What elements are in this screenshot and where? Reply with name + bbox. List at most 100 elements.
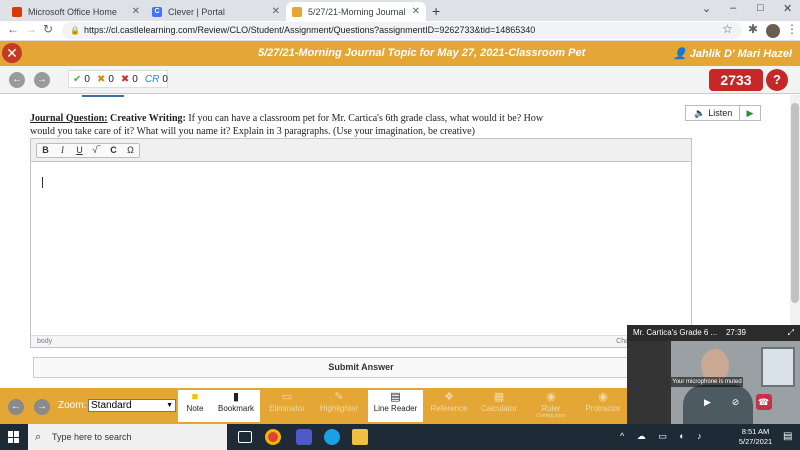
speaker-icon: 🔈 [694, 107, 706, 118]
tab-search-icon[interactable]: ⌄ [702, 2, 711, 15]
calculator-tool-button: ▦ Calculator [474, 390, 524, 422]
answer-editor: B I U √‾ C Ω body Cha [30, 138, 692, 348]
search-icon: ⌕ [35, 431, 42, 443]
ruler-icon: ◉ [546, 391, 556, 403]
answer-text-area[interactable] [31, 163, 691, 338]
zoom-select[interactable]: Standard ▼ [88, 399, 176, 412]
forward-icon[interactable]: → [25, 22, 37, 36]
profile-avatar[interactable] [766, 24, 780, 38]
note-tool-button[interactable]: ■ Note [178, 390, 212, 422]
text-caret [42, 177, 43, 188]
close-tab-icon[interactable]: ✕ [132, 6, 140, 17]
underline-button[interactable]: U [71, 144, 88, 157]
sticky-note-icon: ■ [191, 391, 199, 403]
next-question-button[interactable]: → [34, 72, 50, 88]
address-bar-row: ← → ↻ 🔒 https://cl.castlelearning.com/Re… [0, 21, 800, 41]
app-header: ✕ 5/27/21-Morning Journal Topic for May … [0, 41, 800, 66]
active-tab-indicator [82, 95, 124, 97]
tool-label: Protractor [585, 404, 621, 413]
reference-tool-button: ❖ Reference [424, 390, 474, 422]
url-bar[interactable]: 🔒 https://cl.castlelearning.com/Review/C… [62, 22, 742, 39]
camera-icon[interactable]: ▶ [700, 394, 716, 410]
score-counters: ✔ 0 ✖ 0 ✖ 0 CR 0 [68, 70, 168, 88]
video-call-header: Mr. Cartica's Grade 6 ... 27:39 ⤢ [627, 325, 800, 341]
browser-tab-strip: Microsoft Office Home ✕ C Clever | Porta… [0, 0, 800, 21]
tools-next-button[interactable]: → [34, 399, 50, 415]
browser-menu-icon[interactable]: ⋮ [786, 22, 798, 36]
close-tab-icon[interactable]: ✕ [272, 6, 280, 17]
square-root-button[interactable]: √‾ [88, 144, 105, 157]
bookmark-star-icon[interactable]: ☆ [722, 22, 733, 36]
browser-tab-clever[interactable]: C Clever | Portal ✕ [146, 2, 286, 21]
taskbar-search[interactable]: ⌕ Type here to search [28, 424, 227, 450]
user-name-text: Jahlik D' Mari Hazel [689, 48, 792, 60]
wrong-count: 0 [132, 73, 138, 85]
tab-label: Clever | Portal [168, 6, 225, 17]
expand-icon[interactable]: ⤢ [788, 325, 794, 341]
file-explorer-icon[interactable] [352, 429, 368, 445]
scrollbar-thumb[interactable] [791, 103, 799, 303]
eliminator-tool-button: ▭ Eliminator [262, 390, 312, 422]
clever-icon: C [152, 6, 162, 17]
lock-icon: 🔒 [70, 26, 80, 35]
castle-learning-icon [292, 6, 302, 17]
new-tab-icon[interactable]: + [432, 3, 440, 19]
submit-answer-button[interactable]: Submit Answer [33, 357, 689, 378]
browser-tab-castle-learning[interactable]: 5/27/21-Morning Journal Topic f ✕ [286, 2, 426, 21]
hang-up-icon[interactable]: ☎ [755, 394, 772, 410]
taskbar-clock[interactable]: 8:51 AM 5/27/2021 [733, 427, 778, 447]
tool-label: Bookmark [217, 404, 254, 413]
windows-start-icon[interactable] [8, 431, 20, 443]
task-view-icon[interactable] [238, 431, 252, 443]
italic-button[interactable]: I [54, 144, 71, 157]
tool-label: Calculator [480, 404, 517, 413]
call-controls: ▶ ⊘ ☎ [671, 389, 800, 415]
play-icon[interactable]: ▶ [740, 108, 760, 119]
search-placeholder: Type here to search [52, 432, 132, 442]
meeting-title: Mr. Cartica's Grade 6 ... [633, 328, 718, 337]
listen-control[interactable]: 🔈 Listen ▶ [685, 105, 761, 121]
maximize-icon[interactable]: □ [757, 2, 764, 14]
coming-soon-label: Coming soon [536, 413, 566, 419]
edge-icon[interactable] [324, 429, 340, 445]
tab-label: 5/27/21-Morning Journal Topic f [308, 6, 406, 17]
tools-previous-button[interactable]: ← [8, 399, 24, 415]
close-assignment-button[interactable]: ✕ [2, 43, 22, 63]
ruler-tool-button: ◉ Ruler Coming soon [526, 390, 576, 422]
tool-label: Highlighter [319, 404, 359, 413]
system-tray-icons[interactable]: ^ ☁ ▭ ◐ ♪ [620, 431, 707, 442]
notifications-icon[interactable]: ▤ [783, 431, 792, 442]
chevron-down-icon: ▼ [166, 402, 173, 409]
browser-tab-office[interactable]: Microsoft Office Home ✕ [6, 2, 146, 21]
bold-button[interactable]: B [37, 144, 54, 157]
bookmark-icon: ▮ [232, 391, 240, 403]
background-window [761, 347, 795, 387]
special-characters-button[interactable]: Ω [122, 144, 139, 157]
question-label: Journal Question: [30, 113, 108, 124]
user-name: 👤 Jahlik D' Mari Hazel [672, 48, 792, 60]
element-path: body [37, 338, 53, 345]
close-tab-icon[interactable]: ✕ [412, 6, 420, 17]
extensions-icon[interactable]: ✱ [748, 22, 758, 36]
format-button-group: B I U √‾ C Ω [36, 143, 140, 158]
clock-date: 5/27/2021 [738, 437, 773, 446]
video-call-window[interactable]: Mr. Cartica's Grade 6 ... 27:39 ⤢ Your m… [627, 325, 800, 424]
clear-format-button[interactable]: C [105, 144, 122, 157]
chrome-icon[interactable] [265, 429, 281, 445]
reload-icon[interactable]: ↻ [43, 22, 53, 36]
back-icon[interactable]: ← [7, 22, 19, 36]
line-reader-icon: ▤ [390, 391, 401, 403]
teams-icon[interactable] [296, 429, 312, 445]
microphone-off-icon[interactable]: ⊘ [728, 394, 744, 410]
bookmark-tool-button[interactable]: ▮ Bookmark [212, 390, 260, 422]
help-button[interactable]: ? [766, 69, 788, 91]
minimize-icon[interactable]: – [730, 2, 736, 14]
listen-button[interactable]: 🔈 Listen [686, 106, 740, 120]
correct-count: 0 [84, 73, 90, 85]
question-category: Creative Writing: [110, 113, 186, 124]
reference-icon: ❖ [444, 391, 454, 403]
previous-question-button[interactable]: ← [9, 72, 25, 88]
line-reader-tool-button[interactable]: ▤ Line Reader [368, 390, 423, 422]
close-window-icon[interactable]: ✕ [783, 2, 792, 15]
office-icon [12, 6, 22, 17]
